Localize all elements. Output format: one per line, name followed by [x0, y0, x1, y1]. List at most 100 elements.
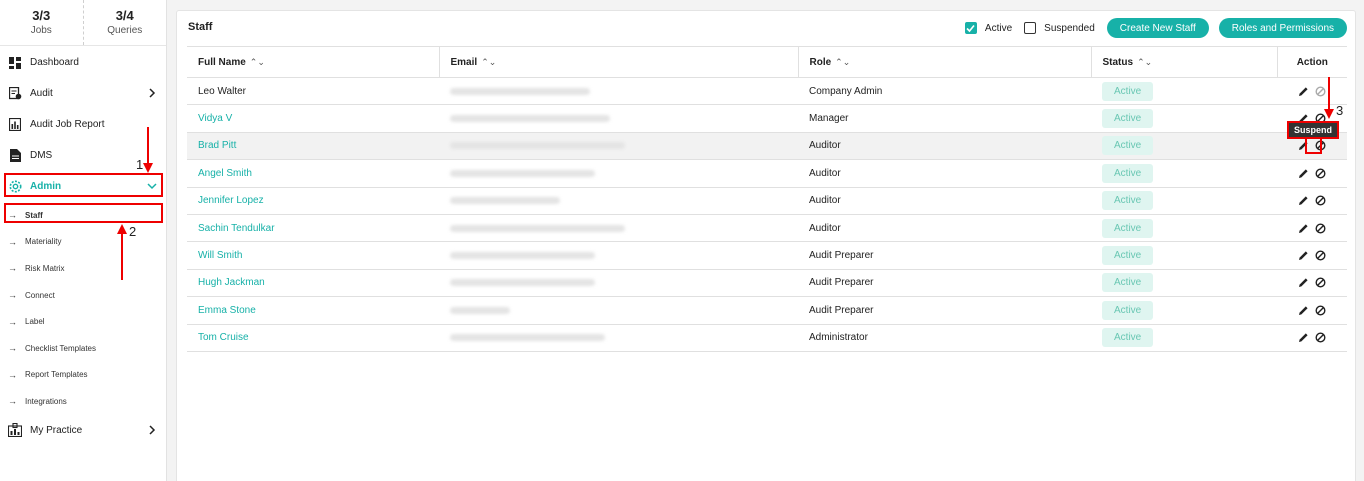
suspend-icon[interactable] [1315, 195, 1326, 206]
staff-name[interactable]: Sachin Tendulkar [187, 214, 439, 243]
staff-name: Leo Walter [187, 77, 439, 106]
column-header-status[interactable]: Status ⌃⌄ [1091, 46, 1278, 78]
staff-name[interactable]: Emma Stone [187, 296, 439, 325]
status-badge: Active [1102, 300, 1154, 320]
row-actions [1277, 296, 1347, 325]
suspend-icon[interactable] [1315, 277, 1326, 288]
staff-name[interactable]: Angel Smith [187, 159, 439, 188]
column-header-email[interactable]: Email ⌃⌄ [439, 46, 799, 78]
edit-icon[interactable] [1298, 332, 1309, 343]
subitem-label: Label [25, 317, 45, 327]
sidebar-item-label: Audit Job Report [30, 119, 105, 130]
sidebar-subitem-label[interactable]: → Label [0, 308, 166, 335]
sort-icon[interactable]: ⌃⌄ [1137, 57, 1152, 67]
sidebar-subitem-materiality[interactable]: → Materiality [0, 229, 166, 256]
staff-name[interactable]: Tom Cruise [187, 324, 439, 352]
redacted-email [450, 279, 595, 287]
suspend-icon[interactable] [1315, 168, 1326, 179]
staff-status: Active [1091, 104, 1277, 133]
redacted-email [450, 114, 610, 122]
redacted-email [450, 251, 595, 259]
suspended-checkbox[interactable] [1024, 22, 1037, 34]
sidebar-item-my-practice[interactable]: My Practice [0, 415, 166, 446]
redacted-email [450, 169, 595, 177]
column-header-full-name[interactable]: Full Name ⌃⌄ [187, 46, 440, 78]
roles-and-permissions-button[interactable]: Roles and Permissions [1218, 18, 1347, 38]
table-row: Brad Pitt Auditor Active [187, 132, 1347, 161]
arrow-right-icon: → [8, 236, 17, 247]
table-row: Leo Walter Company Admin Active [187, 77, 1347, 106]
annotation-arrow-down-3 [1324, 77, 1334, 119]
active-checkbox[interactable] [964, 22, 977, 34]
arrow-right-icon: → [8, 396, 17, 407]
page-title: Staff [188, 21, 213, 33]
edit-icon[interactable] [1298, 168, 1309, 179]
sidebar-subitem-risk-matrix[interactable]: → Risk Matrix [0, 255, 166, 282]
sidebar-item-dashboard[interactable]: Dashboard [0, 47, 166, 78]
suspend-icon[interactable] [1315, 223, 1326, 234]
sort-icon[interactable]: ⌃⌄ [250, 57, 265, 67]
sort-icon[interactable]: ⌃⌄ [835, 57, 850, 67]
annotation-arrow-up-2 [117, 224, 127, 280]
staff-email [439, 187, 798, 215]
queries-stat[interactable]: 3/4 Queries [82, 0, 167, 45]
sidebar-subitem-report-templates[interactable]: → Report Templates [0, 362, 166, 389]
table-header-row: Full Name ⌃⌄ Email ⌃⌄ Role ⌃⌄ Status ⌃⌄ Acti… [187, 46, 1347, 78]
sort-icon[interactable]: ⌃⌄ [481, 57, 496, 67]
row-actions [1277, 214, 1347, 243]
suspend-icon[interactable] [1315, 305, 1326, 316]
status-badge: Active [1102, 109, 1154, 129]
staff-status: Active [1091, 214, 1277, 243]
sidebar-subitem-integrations[interactable]: → Integrations [0, 388, 166, 415]
staff-role: Manager [798, 104, 1091, 133]
column-header-role[interactable]: Role ⌃⌄ [798, 46, 1092, 78]
stats-bar: 3/3 Jobs 3/4 Queries [0, 0, 166, 46]
suspend-icon[interactable] [1315, 332, 1326, 343]
staff-email [439, 296, 798, 325]
suspend-icon[interactable] [1315, 250, 1326, 261]
sidebar-item-audit-job-report[interactable]: Audit Job Report [0, 109, 166, 140]
edit-icon[interactable] [1298, 305, 1309, 316]
sidebar-subitem-connect[interactable]: → Connect [0, 282, 166, 309]
sidebar-subitem-checklist-templates[interactable]: → Checklist Templates [0, 335, 166, 362]
subitem-label: Checklist Templates [25, 343, 96, 353]
edit-icon[interactable] [1298, 250, 1309, 261]
table-row: Will Smith Audit Preparer Active [187, 241, 1347, 270]
subitem-label: Integrations [25, 396, 67, 406]
staff-table: Full Name ⌃⌄ Email ⌃⌄ Role ⌃⌄ Status ⌃⌄ Acti… [187, 46, 1347, 352]
annotation-step-3: 3 [1336, 103, 1344, 118]
edit-icon[interactable] [1298, 277, 1309, 288]
staff-email [439, 132, 798, 161]
table-row: Jennifer Lopez Auditor Active [187, 187, 1347, 215]
status-badge: Active [1102, 81, 1154, 101]
staff-name[interactable]: Will Smith [187, 241, 439, 270]
jobs-stat[interactable]: 3/3 Jobs [0, 0, 83, 45]
table-row: Hugh Jackman Audit Preparer Active [187, 269, 1347, 298]
arrow-right-icon: → [8, 316, 17, 327]
staff-status: Active [1091, 324, 1277, 352]
staff-name[interactable]: Hugh Jackman [187, 269, 439, 298]
sidebar-item-audit[interactable]: Audit [0, 78, 166, 109]
table-row: Vidya V Manager Active [187, 104, 1347, 133]
edit-icon[interactable] [1298, 223, 1309, 234]
staff-status: Active [1091, 159, 1277, 188]
subitem-label: Materiality [25, 237, 62, 247]
row-actions [1277, 187, 1347, 215]
edit-icon[interactable] [1298, 86, 1309, 97]
create-new-staff-button[interactable]: Create New Staff [1106, 18, 1209, 38]
header-label: Status [1102, 56, 1134, 68]
header-label: Action [1296, 56, 1328, 68]
annotation-step-2: 2 [129, 224, 137, 239]
status-badge: Active [1102, 246, 1154, 266]
sidebar-nav-bottom: My Practice [0, 415, 166, 446]
document-icon [8, 149, 22, 163]
subitem-label: Risk Matrix [25, 263, 65, 273]
staff-email [439, 241, 798, 270]
staff-name[interactable]: Brad Pitt [187, 132, 439, 161]
sidebar-item-label: My Practice [30, 424, 83, 436]
active-filter-label: Active [984, 22, 1013, 34]
staff-name[interactable]: Jennifer Lopez [187, 187, 439, 215]
row-actions [1277, 77, 1347, 106]
edit-icon[interactable] [1298, 195, 1309, 206]
staff-name[interactable]: Vidya V [187, 104, 439, 133]
